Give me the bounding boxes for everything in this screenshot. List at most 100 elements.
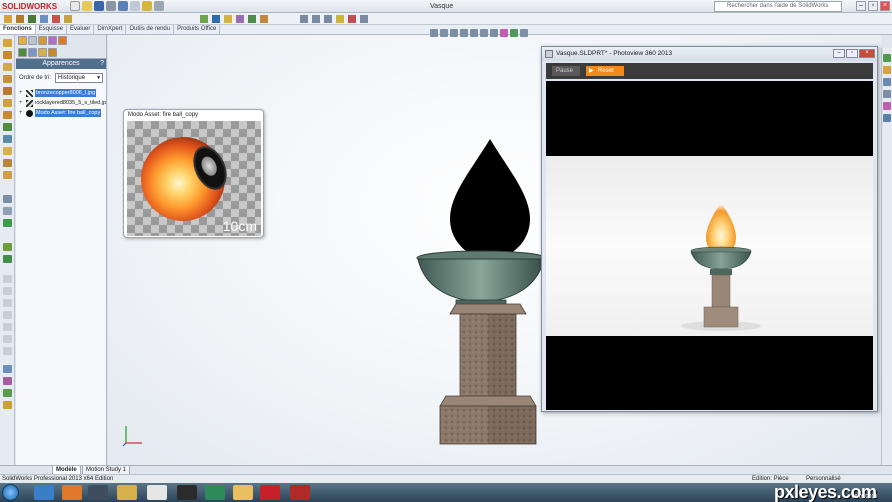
pdf-icon[interactable] <box>290 485 310 500</box>
pillar-model[interactable] <box>438 300 538 446</box>
expand-icon[interactable]: + <box>19 100 24 106</box>
zoom-to-fit-icon[interactable] <box>430 29 438 37</box>
minimize-button[interactable]: – <box>833 49 845 58</box>
media-player-icon[interactable] <box>88 485 108 500</box>
help-search-input[interactable]: Rechercher dans l'aide de SolidWorks <box>714 1 842 12</box>
hide-show-icon[interactable] <box>490 29 498 37</box>
decal-icon[interactable] <box>3 401 12 409</box>
fillet-icon[interactable] <box>3 99 12 107</box>
shell-icon[interactable] <box>3 159 12 167</box>
expand-icon[interactable]: + <box>19 90 24 96</box>
revolve-icon[interactable] <box>3 51 12 59</box>
movie-icon[interactable] <box>177 485 197 500</box>
tab-evaluer[interactable]: Evaluer <box>67 25 95 34</box>
view-settings-icon[interactable] <box>520 29 528 37</box>
solidworks-logo[interactable]: SOLIDWORKS <box>2 1 57 12</box>
rib-icon[interactable] <box>3 147 12 155</box>
appearance-tab[interactable] <box>58 36 67 45</box>
apply-scene-icon[interactable] <box>510 29 518 37</box>
sketch-icon[interactable] <box>3 243 12 251</box>
tree-item-rocklayered[interactable]: + rocklayered8035_5_s_tiled.jpg <box>16 98 106 108</box>
tab-outils-de-rendu[interactable]: Outils de rendu <box>126 25 175 34</box>
instant3d-icon[interactable] <box>3 219 12 227</box>
print-icon[interactable] <box>106 1 116 11</box>
display-style-icon[interactable] <box>480 29 488 37</box>
scene-icon[interactable] <box>3 389 12 397</box>
pattern-icon[interactable] <box>3 123 12 131</box>
feature-tree-tab[interactable] <box>18 36 27 45</box>
solidworks-resources-icon[interactable] <box>883 54 891 62</box>
help-icon[interactable]: ? <box>100 59 104 69</box>
config-tab[interactable] <box>38 36 47 45</box>
tool-icon-5[interactable] <box>3 323 12 331</box>
folder-icon[interactable] <box>117 485 137 500</box>
close-button[interactable]: × <box>859 49 875 58</box>
new-document-icon[interactable] <box>70 1 80 11</box>
draft-icon[interactable] <box>3 171 12 179</box>
firefox-icon[interactable] <box>62 485 82 500</box>
tool-icon-3[interactable] <box>3 299 12 307</box>
previous-view-icon[interactable] <box>450 29 458 37</box>
flame-model[interactable] <box>450 139 530 259</box>
expand-icon[interactable]: + <box>19 110 24 116</box>
ie-icon[interactable] <box>34 485 54 500</box>
render-icon[interactable] <box>3 365 12 373</box>
extrude-icon[interactable] <box>3 39 12 47</box>
tab-fonctions[interactable]: Fonctions <box>0 25 36 34</box>
explorer-icon[interactable] <box>233 485 253 500</box>
tree-item-fireball[interactable]: + Modo Asset: fire ball_copy <box>16 108 106 118</box>
select-icon[interactable] <box>130 1 140 11</box>
view-orientation-icon[interactable] <box>470 29 478 37</box>
scenes-subtab[interactable] <box>38 48 47 57</box>
image-viewer-icon[interactable] <box>205 485 225 500</box>
tab-dimxpert[interactable]: DimXpert <box>94 25 127 34</box>
tool-icon-2[interactable] <box>3 287 12 295</box>
appearance-icon[interactable] <box>3 377 12 385</box>
property-tab[interactable] <box>28 36 37 45</box>
solidworks-taskbar-icon[interactable] <box>260 485 280 500</box>
view-palette-icon[interactable] <box>883 90 891 98</box>
status-bar: SolidWorks Professional 2013 x64 Edition… <box>0 474 892 483</box>
save-icon[interactable] <box>94 1 104 11</box>
start-button[interactable] <box>2 484 19 501</box>
lights-subtab[interactable] <box>48 48 57 57</box>
file-explorer-icon[interactable] <box>883 78 891 86</box>
design-library-icon[interactable] <box>883 66 891 74</box>
tab-esquisse[interactable]: Esquisse <box>36 25 68 34</box>
tool-icon-7[interactable] <box>3 347 12 355</box>
tree-item-bronzecopper[interactable]: + bronzecopper8006_l.jpg <box>16 88 106 98</box>
reference-geometry-icon[interactable] <box>3 195 12 203</box>
tab-produits-office[interactable]: Produits Office <box>174 25 221 34</box>
edit-appearance-icon[interactable] <box>500 29 508 37</box>
tool-icon-4[interactable] <box>3 311 12 319</box>
appearances-subtab[interactable] <box>18 48 27 57</box>
chamfer-icon[interactable] <box>3 111 12 119</box>
tool-icon-1[interactable] <box>3 275 12 283</box>
rebuild-icon[interactable] <box>142 1 152 11</box>
maximize-button[interactable]: ▫ <box>846 49 858 58</box>
minimize-button[interactable]: – <box>856 1 866 11</box>
section-view-icon[interactable] <box>460 29 468 37</box>
restore-button[interactable]: ▫ <box>868 1 878 11</box>
cut-icon[interactable] <box>3 87 12 95</box>
smart-dimension-icon[interactable] <box>3 255 12 263</box>
zoom-area-icon[interactable] <box>440 29 448 37</box>
open-icon[interactable] <box>82 1 92 11</box>
display-tab[interactable] <box>48 36 57 45</box>
photoview-title-bar[interactable]: Vasque.SLDPRT* - Photoview 360 2013 – ▫ … <box>542 47 877 61</box>
decals-subtab[interactable] <box>28 48 37 57</box>
mirror-icon[interactable] <box>3 135 12 143</box>
custom-properties-icon[interactable] <box>883 114 891 122</box>
undo-icon[interactable] <box>118 1 128 11</box>
sweep-icon[interactable] <box>3 63 12 71</box>
loft-icon[interactable] <box>3 75 12 83</box>
reset-button[interactable]: Reset <box>586 66 624 76</box>
appearances-scenes-icon[interactable] <box>883 102 891 110</box>
document-icon[interactable] <box>147 485 167 500</box>
curves-icon[interactable] <box>3 207 12 215</box>
pause-button[interactable]: Pause <box>552 66 580 76</box>
tool-icon-6[interactable] <box>3 335 12 343</box>
sort-order-select[interactable]: Historique ▼ <box>55 73 104 83</box>
close-button[interactable]: × <box>880 1 890 11</box>
options-icon[interactable] <box>154 1 164 11</box>
